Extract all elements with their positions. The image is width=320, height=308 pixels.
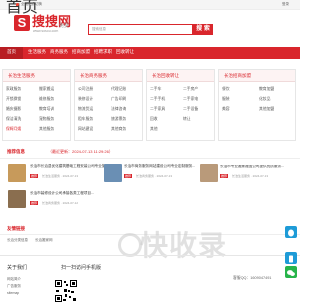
logo-glyph: S (17, 15, 27, 30)
card-link[interactable]: 其他加盟 (259, 107, 274, 112)
list-item-meta: 长治生活服务 · 2024-07-13 (232, 174, 269, 178)
about-link[interactable]: sitemap (7, 291, 19, 296)
wechat-icon[interactable] (285, 266, 297, 278)
phone-icon[interactable] (285, 252, 297, 264)
about-link[interactable]: 广告服务 (7, 284, 21, 289)
card-title[interactable]: 长治生活服务 (8, 73, 35, 79)
list-item-meta: 长治商务服务 · 2024-07-12 (42, 201, 79, 205)
card-link[interactable]: 二手手机 (150, 97, 165, 102)
card-link[interactable]: 旅游票务 (111, 117, 126, 122)
card-link[interactable]: 保姆月嫂 (6, 127, 21, 132)
nav-item-business[interactable]: 商务服务 (50, 49, 68, 55)
list-item-thumbnail[interactable] (104, 164, 122, 182)
card-link[interactable]: 装修设计 (78, 97, 93, 102)
list-item-badge: 推荐 (30, 200, 39, 205)
recommended-title: 推荐信息 (7, 149, 25, 154)
card-link[interactable]: 代理记账 (111, 87, 126, 92)
card-link[interactable]: 其他服务 (39, 127, 54, 132)
friend-link[interactable]: 长治搬家网 (35, 238, 53, 243)
list-item-title[interactable]: 长治市专业搬家搬运公司提供优质服务... (220, 165, 294, 169)
list-item-badge: 推荐 (124, 173, 133, 178)
recommended-update-time: （最近更新：2024-07-13 11:29:26） (48, 149, 113, 154)
card-link[interactable]: 美容 (222, 107, 230, 112)
list-item-title[interactable]: 长治市装修设计公司承接各类工程项目... (30, 191, 94, 196)
category-card-recycle: 长治回收转让 二手车 二手房产 二手手机 二手家电 二手家具 二手设备 回收 转… (146, 69, 215, 141)
nav-item-home[interactable]: 首页 (7, 49, 16, 55)
card-link[interactable]: 维修服务 (39, 97, 54, 102)
list-item-badge: 推荐 (220, 173, 229, 178)
card-title[interactable]: 长治招商加盟 (224, 73, 251, 79)
card-link[interactable]: 保洁清洗 (6, 117, 21, 122)
card-link[interactable]: 法律咨询 (111, 107, 126, 112)
card-link[interactable]: 宠物服务 (39, 117, 54, 122)
friend-links-title: 友情链接 (7, 226, 25, 231)
qr-title: 扫一扫访问手机版 (61, 265, 102, 271)
nav-item-life[interactable]: 生活服务 (28, 49, 46, 55)
logo-slogan: - 免费 (56, 23, 70, 29)
list-item-thumbnail[interactable] (200, 164, 218, 182)
card-title[interactable]: 长治回收转让 (152, 73, 179, 79)
location-pin-icon (16, 3, 19, 6)
friend-link[interactable]: 长治分类信息 (7, 238, 28, 243)
qr-code-icon (54, 279, 78, 303)
footer-divider (0, 255, 300, 256)
card-link[interactable]: 开锁换锁 (6, 97, 21, 102)
card-link[interactable]: 其他 (150, 127, 158, 132)
logo-icon[interactable]: S (14, 15, 30, 31)
category-card-franchise: 长治招商加盟 餐饮 教育加盟 服装 化妆品 美容 其他加盟 (218, 69, 296, 141)
card-link[interactable]: 二手设备 (183, 107, 198, 112)
search-input[interactable]: 搜索信息 (88, 24, 193, 35)
list-item-meta: 长治商务服务 · 2024-07-13 (136, 174, 173, 178)
card-link[interactable]: 餐饮 (222, 87, 230, 92)
list-item-badge: 推荐 (30, 173, 39, 178)
card-link[interactable]: 转让 (183, 117, 191, 122)
watermark-logo-icon (118, 233, 142, 257)
logo-url: www.sosou.com (33, 29, 59, 33)
card-link[interactable]: 物流货运 (78, 107, 93, 112)
card-link[interactable]: 服装 (222, 97, 230, 102)
card-title[interactable]: 长治商务服务 (80, 73, 107, 79)
qq-icon[interactable] (285, 226, 297, 238)
card-link[interactable]: 教育加盟 (259, 87, 274, 92)
card-link[interactable]: 二手家具 (150, 107, 165, 112)
card-link[interactable]: 教育培训 (39, 107, 54, 112)
nav-item-recycle[interactable]: 回收转让 (116, 49, 134, 55)
card-link[interactable]: 其他商务 (111, 127, 126, 132)
nav-item-jobs[interactable]: 招聘求职 (94, 49, 112, 55)
card-link[interactable]: 网站建设 (78, 127, 93, 132)
card-link[interactable]: 二手房产 (183, 87, 198, 92)
card-link[interactable]: 广告印刷 (111, 97, 126, 102)
card-link[interactable]: 回收 (150, 117, 158, 122)
divider (0, 158, 300, 159)
card-link[interactable]: 二手车 (150, 87, 161, 92)
card-link[interactable]: 化妆品 (259, 97, 270, 102)
login-link[interactable]: 登录 (282, 2, 289, 7)
card-link[interactable]: 公司注册 (78, 87, 93, 92)
card-link[interactable]: 二手家电 (183, 97, 198, 102)
nav-item-franchise[interactable]: 招商加盟 (72, 49, 90, 55)
list-item-title[interactable]: 长治市长治县优化建筑基础工程安装公司专业施工... (30, 164, 112, 169)
card-link[interactable]: 家政服务 (6, 87, 21, 92)
category-card-business: 长治商务服务 公司注册 代理记账 装修设计 广告印刷 物流货运 法律咨询 租车服… (74, 69, 143, 141)
list-item-meta: 长治生活服务 · 2024-07-13 (42, 174, 79, 178)
city-switch-link[interactable]: 全国站点切换 (21, 2, 42, 7)
search-button[interactable]: 搜 索 (193, 24, 213, 35)
card-link[interactable]: 婚庆摄影 (6, 107, 21, 112)
about-link[interactable]: 网站简介 (7, 277, 21, 282)
contact-qq: 客服QQ：1609047491 (233, 276, 272, 280)
list-item-thumbnail[interactable] (8, 190, 26, 208)
about-title: 关于我们 (7, 265, 28, 271)
top-bar (0, 0, 300, 10)
category-card-life: 长治生活服务 家政服务 搬家搬运 开锁换锁 维修服务 婚庆摄影 教育培训 保洁清… (2, 69, 71, 141)
card-link[interactable]: 租车服务 (78, 117, 93, 122)
list-item-thumbnail[interactable] (8, 164, 26, 182)
card-link[interactable]: 搬家搬运 (39, 87, 54, 92)
list-item-title[interactable]: 长治市商务服务网站建设公司专业定制服务... (124, 164, 195, 169)
